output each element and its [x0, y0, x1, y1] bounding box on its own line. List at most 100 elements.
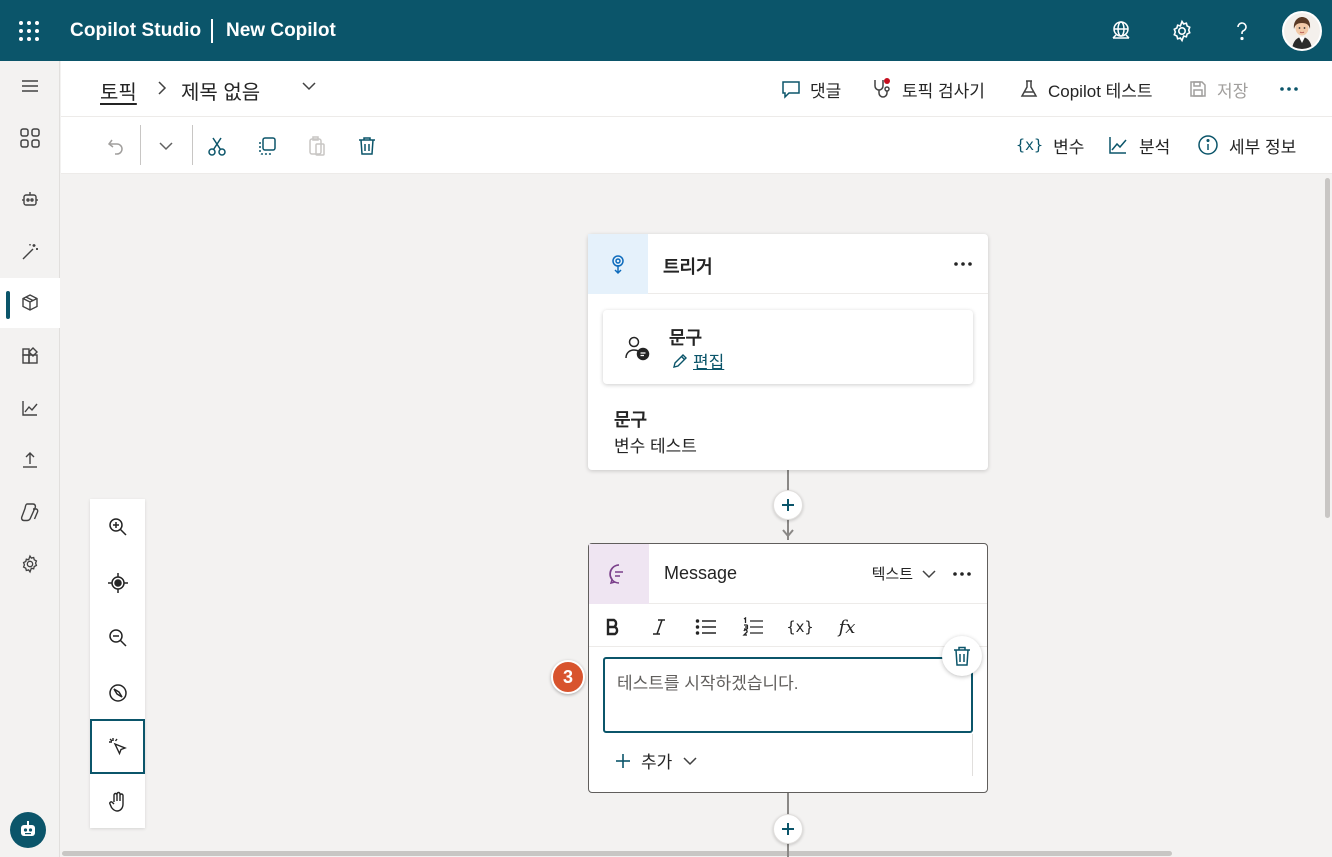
insert-variable-icon[interactable]: {x} — [786, 615, 813, 639]
title-chevron-down-icon[interactable] — [301, 80, 317, 92]
analytics-label: 분석 — [1139, 137, 1171, 157]
breadcrumb-topics-link[interactable]: 토픽 — [100, 76, 137, 105]
format-toolbar: {x} fx — [589, 605, 987, 647]
formula-fx-icon[interactable]: fx — [835, 615, 859, 639]
bulleted-list-icon[interactable] — [694, 615, 718, 639]
cut-icon[interactable] — [205, 134, 229, 158]
undo-history-chevron-icon[interactable] — [154, 134, 178, 158]
topic-checker-button[interactable]: 토픽 검사기 — [870, 77, 985, 101]
comments-label: 댓글 — [810, 81, 842, 101]
test-bot-icon[interactable] — [10, 812, 46, 848]
zoom-in-icon[interactable] — [90, 499, 145, 554]
bold-icon[interactable] — [601, 615, 625, 639]
vertical-scrollbar[interactable] — [1325, 178, 1330, 518]
pan-hand-icon[interactable] — [90, 774, 145, 829]
message-node[interactable]: Message 텍스트 {x} fx 테스트를 시작하겠습니다. 추가 — [588, 543, 988, 793]
zoom-out-icon[interactable] — [90, 610, 145, 665]
delete-icon[interactable] — [355, 134, 379, 158]
environment-globe-icon[interactable] — [1109, 19, 1133, 43]
nav-actions-icon[interactable] — [0, 331, 60, 381]
top-bar: Copilot Studio New Copilot — [0, 0, 1332, 61]
chevron-down-icon — [683, 756, 697, 765]
phrases-box[interactable]: 문구 편집 — [603, 310, 973, 384]
delete-message-variant-icon[interactable] — [942, 636, 982, 676]
pencil-icon — [673, 353, 687, 368]
horizontal-scrollbar[interactable] — [62, 851, 1172, 856]
add-node-button[interactable] — [773, 490, 803, 520]
message-title: Message — [664, 563, 738, 583]
paste-icon[interactable] — [305, 134, 329, 158]
add-label: 추가 — [641, 753, 673, 772]
nav-copilot-icon[interactable] — [0, 487, 60, 537]
nav-publish-icon[interactable] — [0, 435, 60, 485]
trigger-more-icon[interactable] — [952, 254, 974, 274]
left-navigation-rail — [0, 61, 60, 857]
details-button[interactable]: 세부 정보 — [1197, 133, 1296, 157]
topic-header: 토픽 제목 없음 댓글 토픽 검사기 Copilot 테스트 저장 — [61, 61, 1332, 117]
nav-home-grid-icon[interactable] — [0, 113, 60, 163]
add-content-button[interactable]: 추가 — [615, 748, 698, 773]
analytics-button[interactable]: 분석 — [1107, 133, 1170, 157]
topic-title[interactable]: 제목 없음 — [181, 76, 260, 105]
variables-label: 변수 — [1053, 137, 1085, 157]
recenter-icon[interactable] — [90, 555, 145, 610]
canvas-toolbar: {x} 변수 분석 세부 정보 — [61, 117, 1332, 174]
phrases-summary-value: 변수 테스트 — [614, 437, 697, 456]
message-text-input[interactable]: 테스트를 시작하겠습니다. — [603, 657, 973, 733]
zoom-toolbar — [90, 499, 145, 828]
italic-icon[interactable] — [647, 615, 671, 639]
nav-knowledge-wand-icon[interactable] — [0, 227, 60, 277]
test-copilot-label: Copilot 테스트 — [1048, 81, 1153, 101]
copilot-name[interactable]: New Copilot — [226, 20, 336, 42]
chevron-down-icon — [922, 569, 936, 578]
topic-checker-label: 토픽 검사기 — [902, 81, 985, 101]
comment-icon — [782, 81, 800, 99]
connector-arrow-icon — [781, 528, 795, 540]
edit-phrases-link[interactable]: 편집 — [671, 348, 724, 373]
trigger-header: 트리거 — [588, 234, 988, 294]
select-pointer-icon[interactable] — [90, 719, 145, 774]
stethoscope-icon — [874, 78, 890, 98]
test-copilot-button[interactable]: Copilot 테스트 — [1018, 77, 1153, 101]
help-icon[interactable] — [1230, 19, 1254, 43]
app-brand[interactable]: Copilot Studio — [70, 20, 201, 42]
message-type-dropdown[interactable]: 텍스트 — [872, 563, 937, 584]
nav-analytics-icon[interactable] — [0, 383, 60, 433]
minimap-compass-icon[interactable] — [90, 665, 145, 720]
nav-settings-icon[interactable] — [0, 539, 60, 589]
settings-gear-icon[interactable] — [1170, 19, 1194, 43]
message-bubble-icon — [589, 544, 649, 604]
save-button[interactable]: 저장 — [1187, 77, 1248, 101]
variables-icon: {x} — [1016, 136, 1044, 154]
info-icon — [1198, 135, 1218, 155]
toolbar-divider — [140, 125, 141, 165]
nav-topics-icon[interactable] — [0, 278, 60, 328]
app-launcher-icon[interactable] — [18, 20, 40, 42]
toolbar-divider — [192, 125, 193, 165]
breadcrumb-chevron-icon — [156, 80, 168, 96]
undo-icon[interactable] — [104, 134, 128, 158]
step-number-badge: 3 — [551, 660, 585, 694]
comments-button[interactable]: 댓글 — [780, 77, 841, 101]
user-avatar[interactable] — [1282, 11, 1322, 51]
edit-label: 편집 — [693, 353, 725, 372]
variables-button[interactable]: {x} 변수 — [1016, 133, 1084, 157]
copy-icon[interactable] — [255, 134, 279, 158]
flask-icon — [1020, 80, 1038, 97]
phrases-summary-title: 문구 — [614, 410, 648, 430]
message-type-label: 텍스트 — [871, 566, 913, 583]
more-options-icon[interactable] — [1279, 77, 1299, 101]
message-header: Message 텍스트 — [589, 544, 987, 604]
input-divider — [972, 734, 973, 776]
trigger-node[interactable]: 트리거 문구 편집 문구 변수 테스트 — [588, 234, 988, 470]
add-node-button[interactable] — [773, 814, 803, 844]
trigger-icon — [588, 234, 648, 294]
trigger-title: 트리거 — [663, 257, 713, 277]
collapse-menu-icon[interactable] — [0, 61, 60, 111]
nav-overview-bot-icon[interactable] — [0, 175, 60, 225]
save-label: 저장 — [1217, 81, 1249, 101]
message-more-icon[interactable] — [951, 564, 973, 584]
person-chat-icon — [623, 334, 651, 362]
phrases-title: 문구 — [669, 328, 703, 348]
numbered-list-icon[interactable] — [741, 615, 765, 639]
